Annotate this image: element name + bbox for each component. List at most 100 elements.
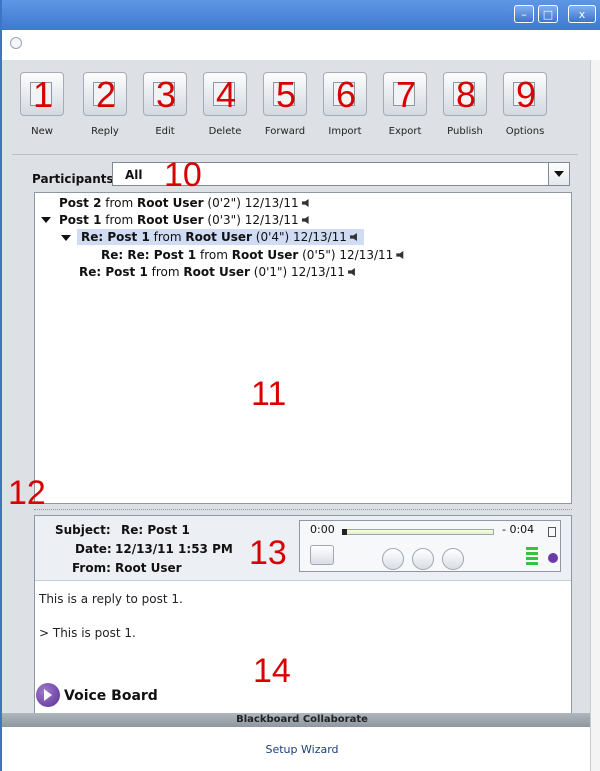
publish-label: Publish: [447, 126, 483, 137]
collapse-arrow-icon[interactable]: [41, 217, 51, 223]
annotation-9: 9: [515, 74, 537, 115]
menu-icon[interactable]: [548, 527, 556, 537]
voice-icon: [548, 553, 558, 563]
reply-button[interactable]: 2 Reply: [79, 68, 131, 148]
new-label: New: [31, 126, 53, 137]
post-title: Post 1: [59, 213, 102, 227]
post-title: Re: Post 1: [81, 230, 150, 244]
options-gear-icon: 9: [503, 72, 547, 116]
progress-handle[interactable]: [342, 529, 347, 535]
import-button[interactable]: 6 Import: [319, 68, 371, 148]
publish-icon: 8: [443, 72, 487, 116]
author-name: Root User: [183, 265, 250, 279]
tree-item[interactable]: Re: Re: Post 1 from Root User (0'5") 12/…: [101, 247, 406, 263]
annotation-10: 10: [164, 156, 202, 194]
post-title: Post 2: [59, 196, 102, 210]
volume-button[interactable]: [310, 545, 334, 565]
participants-label: Participants:: [32, 172, 119, 186]
speaker-icon: [301, 199, 309, 207]
tree-item-selected[interactable]: Re: Post 1 from Root User (0'4") 12/13/1…: [77, 229, 364, 245]
speaker-icon: [349, 233, 357, 241]
tree-item[interactable]: Post 1 from Root User (0'3") 12/13/11: [59, 212, 312, 228]
edit-icon: 3: [143, 72, 187, 116]
forward-button[interactable]: 5 Forward: [259, 68, 311, 148]
export-icon: 7: [383, 72, 427, 116]
delete-button[interactable]: 4 Delete: [199, 68, 251, 148]
app-window: – □ x 1 New 2 Reply 3 Edit 4 Delete 5 Fo…: [0, 0, 600, 771]
toolbar: 1 New 2 Reply 3 Edit 4 Delete 5 Forward …: [16, 68, 576, 148]
import-icon: 6: [323, 72, 367, 116]
export-label: Export: [388, 126, 422, 137]
tree-item[interactable]: Post 2 from Root User (0'2") 12/13/11: [59, 195, 312, 211]
remaining-time: - 0:04: [502, 523, 535, 536]
from-text: from: [101, 213, 138, 227]
audio-player: 0:00 - 0:04: [299, 520, 561, 572]
reply-label: Reply: [91, 126, 119, 137]
annotation-8: 8: [455, 74, 477, 115]
brand-bar: Blackboard Collaborate: [2, 713, 590, 727]
setup-wizard-link[interactable]: Setup Wizard: [2, 743, 600, 756]
pane-splitter[interactable]: [34, 509, 572, 514]
duration-date: (0'3") 12/13/11: [203, 213, 299, 227]
annotation-2: 2: [95, 74, 117, 115]
message-line-1: This is a reply to post 1.: [39, 592, 183, 606]
author-name: Root User: [137, 196, 204, 210]
new-button[interactable]: 1 New: [16, 68, 68, 148]
post-title: Re: Re: Post 1: [101, 248, 197, 262]
level-meter-icon: [526, 547, 538, 567]
annotation-13: 13: [249, 534, 287, 572]
reply-icon: 2: [83, 72, 127, 116]
speaker-icon: [396, 251, 404, 259]
minimize-button[interactable]: –: [514, 5, 534, 23]
subject-value: Re: Post 1: [121, 523, 190, 537]
duration-date: (0'1") 12/13/11: [249, 265, 345, 279]
annotation-1: 1: [32, 74, 54, 115]
author-name: Root User: [137, 213, 204, 227]
annotation-6: 6: [335, 74, 357, 115]
duration-date: (0'5") 12/13/11: [298, 248, 394, 262]
import-label: Import: [328, 126, 362, 137]
options-button[interactable]: 9 Options: [499, 68, 551, 148]
export-button[interactable]: 7 Export: [379, 68, 431, 148]
annotation-7: 7: [395, 74, 417, 115]
annotation-14: 14: [253, 652, 291, 690]
progress-bar[interactable]: [342, 529, 494, 535]
annotation-3: 3: [155, 74, 177, 115]
voice-board-panel: 1 New 2 Reply 3 Edit 4 Delete 5 Forward …: [2, 60, 590, 771]
close-button[interactable]: x: [568, 5, 596, 23]
from-text: from: [196, 248, 232, 262]
annotation-5: 5: [275, 74, 297, 115]
duration-date: (0'4") 12/13/11: [251, 230, 347, 244]
maximize-button[interactable]: □: [538, 5, 558, 23]
tree-item[interactable]: Re: Post 1 from Root User (0'1") 12/13/1…: [79, 264, 358, 280]
delete-icon: 4: [203, 72, 247, 116]
play-button[interactable]: [382, 548, 404, 570]
from-text: from: [101, 196, 138, 210]
stop-button[interactable]: [442, 548, 464, 570]
chevron-down-icon[interactable]: [548, 163, 569, 185]
delete-label: Delete: [208, 126, 242, 137]
message-header: Subject: Re: Post 1 Date: 12/13/11 1:53 …: [35, 516, 571, 581]
collapse-arrow-icon[interactable]: [61, 235, 71, 241]
edit-label: Edit: [155, 126, 175, 137]
from-label: From:: [72, 561, 111, 575]
annotation-11: 11: [251, 375, 287, 413]
subject-label: Subject:: [55, 523, 111, 537]
new-post-icon: 1: [20, 72, 64, 116]
pause-button[interactable]: [412, 548, 434, 570]
address-bar: [2, 30, 600, 61]
scrollbar[interactable]: [590, 60, 600, 771]
speaker-icon: [301, 216, 309, 224]
message-line-2: > This is post 1.: [39, 626, 136, 640]
globe-icon: [10, 37, 22, 49]
elapsed-time: 0:00: [310, 523, 335, 536]
message-tree[interactable]: Post 2 from Root User (0'2") 12/13/11 Po…: [34, 192, 572, 504]
duration-date: (0'2") 12/13/11: [203, 196, 299, 210]
title-bar: – □ x: [2, 0, 600, 30]
forward-icon: 5: [263, 72, 307, 116]
participants-value: All: [125, 168, 143, 182]
toolbar-divider: [12, 154, 578, 155]
edit-button[interactable]: 3 Edit: [139, 68, 191, 148]
publish-button[interactable]: 8 Publish: [439, 68, 491, 148]
from-text: from: [147, 265, 184, 279]
